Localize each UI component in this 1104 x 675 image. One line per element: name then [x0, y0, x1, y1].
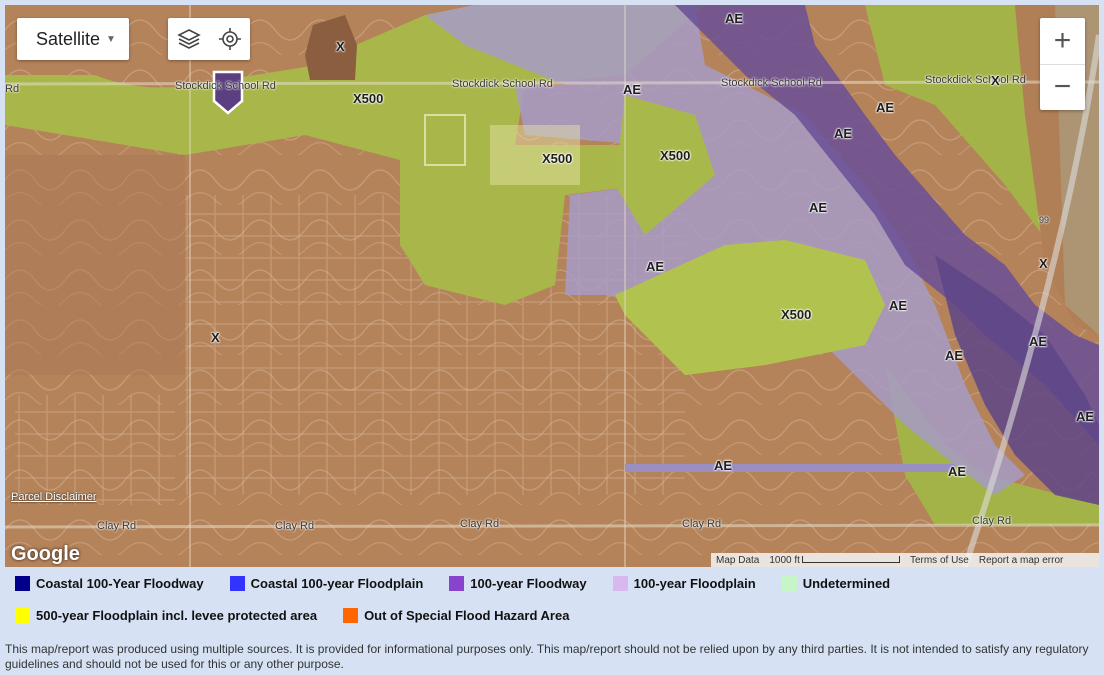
zone-label: AE: [1076, 409, 1095, 424]
zone-label: AE: [714, 458, 733, 473]
legend-label: 500-year Floodplain incl. levee protecte…: [36, 607, 318, 623]
road-label: Stockdick School Rd: [925, 74, 1026, 86]
legend-label: 100-year Floodplain: [633, 575, 756, 591]
legend-label: 100-year Floodway: [470, 575, 587, 591]
legend-item: 100-year Floodway: [449, 575, 587, 591]
legend-label: Out of Special Flood Hazard Area: [364, 607, 570, 623]
zone-label: AE: [945, 348, 964, 363]
map-data-link[interactable]: Map Data: [711, 555, 764, 566]
road-label: Stockdick School Rd: [721, 77, 822, 89]
road-label: Clay Rd: [972, 515, 1012, 527]
zone-label: AE: [1029, 334, 1048, 349]
legend-swatch: [229, 575, 245, 591]
zone-label: AE: [623, 82, 642, 97]
zone-label: AE: [834, 126, 853, 141]
disclaimer-text: This map/report was produced using multi…: [5, 642, 1089, 671]
legend-item: 500-year Floodplain incl. levee protecte…: [15, 607, 318, 623]
scale-label: 1000 ft: [764, 555, 905, 566]
legend-item: 100-year Floodplain: [612, 575, 756, 591]
legend-label: Coastal 100-Year Floodway: [36, 575, 204, 591]
zone-label: X500: [542, 151, 573, 166]
legend-label: Coastal 100-year Floodplain: [250, 575, 424, 591]
zone-label: X: [211, 330, 220, 345]
legend-swatch: [15, 607, 30, 623]
zoom-out-button[interactable]: −: [1040, 65, 1085, 111]
zone-label: X500: [353, 91, 384, 106]
legend-item: Coastal 100-year Floodplain: [229, 575, 424, 591]
zone-label: X500: [660, 148, 691, 163]
zone-label: X: [336, 39, 345, 54]
zone-label: AE: [809, 200, 828, 215]
zone-label: X: [1039, 256, 1048, 271]
zoom-in-button[interactable]: +: [1040, 18, 1085, 65]
zone-label: AE: [948, 464, 967, 479]
highway-shield: 99: [1039, 215, 1050, 225]
map-type-dropdown[interactable]: Satellite ▼: [17, 18, 129, 60]
legend-row: 500-year Floodplain incl. levee protecte…: [5, 604, 1099, 626]
crosshair-icon: [218, 28, 241, 50]
zone-label: AE: [725, 11, 744, 26]
legend-swatch: [781, 575, 797, 591]
legend-swatch: [15, 575, 30, 591]
road-label: Clay Rd: [460, 518, 500, 530]
zone-label: AE: [889, 298, 908, 313]
legend-label: Undetermined: [802, 575, 891, 591]
dropdown-caret-icon: ▼: [106, 33, 116, 45]
zone-label: AE: [646, 259, 665, 274]
road-label: Stockdick School Rd: [452, 78, 553, 90]
road-label: Clay Rd: [682, 518, 722, 530]
map-tools: [168, 18, 250, 60]
legend-item: Out of Special Flood Hazard Area: [343, 607, 570, 623]
legend-item: Undetermined: [781, 575, 891, 591]
legend-swatch: [449, 575, 465, 591]
map-attribution: Map Data 1000 ft Terms of Use Report a m…: [711, 553, 1099, 567]
zoom-control: + −: [1040, 18, 1085, 110]
parcel-disclaimer-link[interactable]: Parcel Disclaimer: [11, 491, 97, 503]
google-logo: Google: [11, 543, 80, 565]
road-label: Rd: [5, 83, 20, 95]
zone-label: X: [991, 73, 1000, 88]
road-label: Clay Rd: [275, 520, 315, 532]
locate-button[interactable]: [213, 22, 247, 56]
legend-item: Coastal 100-Year Floodway: [15, 575, 204, 591]
flood-legend: Coastal 100-Year Floodway Coastal 100-ye…: [5, 572, 1099, 636]
road-label: Clay Rd: [97, 520, 137, 532]
flood-map[interactable]: Stockdick School Rd Stockdick School Rd …: [5, 5, 1099, 567]
map-type-label: Satellite: [36, 28, 101, 49]
layers-icon: [176, 29, 201, 49]
zone-label: AE: [876, 100, 895, 115]
zone-label: X500: [781, 307, 812, 322]
location-pin-icon[interactable]: [211, 69, 245, 115]
terms-link[interactable]: Terms of Use: [905, 555, 974, 566]
report-error-link[interactable]: Report a map error: [974, 555, 1068, 566]
legend-swatch: [343, 607, 359, 623]
legend-row: Coastal 100-Year Floodway Coastal 100-ye…: [5, 572, 1099, 594]
layers-button[interactable]: [172, 22, 206, 56]
legend-swatch: [612, 575, 628, 591]
scale-bar: [801, 555, 900, 563]
road-label: Stockdick School Rd: [175, 80, 276, 92]
